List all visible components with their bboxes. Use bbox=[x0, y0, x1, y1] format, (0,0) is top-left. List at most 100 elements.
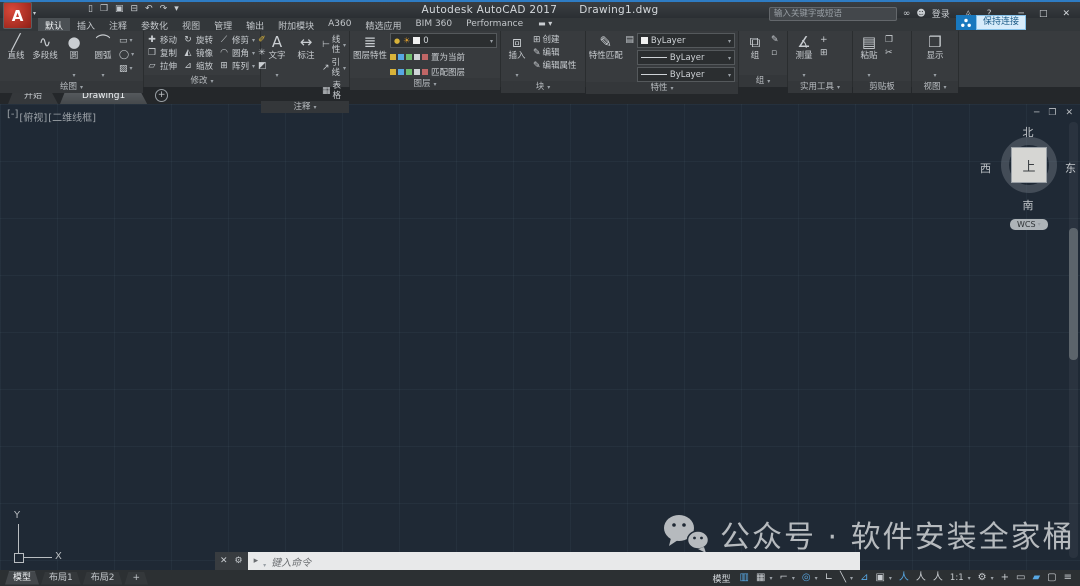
edit-attributes-button[interactable]: ✎ 编辑属性 bbox=[533, 61, 577, 71]
clean-screen-icon[interactable]: ▢ bbox=[1047, 572, 1056, 584]
hatch-caret-icon[interactable] bbox=[130, 63, 133, 74]
panel-view-footer[interactable]: 视图 bbox=[912, 80, 958, 93]
ribbon-tab[interactable]: 输出 bbox=[239, 18, 271, 32]
dimension-button[interactable]: ↔ 标注 bbox=[293, 33, 319, 62]
layer-state-icon[interactable] bbox=[422, 69, 428, 75]
a360-signin-popup[interactable]: 保持连接 bbox=[956, 15, 1027, 30]
ribbon-tab[interactable]: A360 bbox=[321, 18, 358, 31]
insert-block-button[interactable]: ⧈ 插入 bbox=[504, 33, 530, 81]
new-layout-button[interactable]: + bbox=[124, 572, 148, 585]
ribbon-tab[interactable]: 注释 bbox=[102, 18, 134, 32]
layout-tab[interactable]: 模型 bbox=[5, 572, 39, 585]
insert-block-caret-icon[interactable] bbox=[515, 62, 518, 81]
layer-properties-button[interactable]: ≣ 图层特性 bbox=[353, 33, 387, 62]
panel-clipboard-footer[interactable]: 剪贴板 bbox=[853, 80, 911, 93]
color-dropdown-caret-icon[interactable] bbox=[728, 36, 731, 46]
array-button[interactable]: ⊞ 阵列 bbox=[219, 60, 255, 72]
linetype-dropdown[interactable]: ByLayer bbox=[636, 67, 735, 82]
ellipse-button[interactable]: ◯ bbox=[119, 49, 134, 60]
rectangle-button[interactable]: ▭ bbox=[119, 35, 134, 46]
caret-down-icon[interactable]: ▾ bbox=[850, 575, 853, 582]
id-point-icon[interactable]: + bbox=[820, 35, 828, 45]
paste-button[interactable]: ▤ 粘贴 bbox=[856, 33, 882, 81]
scale-button[interactable]: ⊿ 缩放 bbox=[183, 60, 213, 72]
ribbon-tab[interactable]: 参数化 bbox=[134, 18, 175, 32]
layer-state-icon[interactable] bbox=[398, 69, 404, 75]
ortho-icon[interactable]: ∟ bbox=[825, 572, 833, 584]
mirror-button[interactable]: ◭ 镜像 bbox=[183, 47, 213, 59]
command-recent-caret-icon[interactable] bbox=[263, 552, 266, 571]
caret-down-icon[interactable]: ▾ bbox=[889, 575, 892, 582]
osnap-tracking-icon[interactable]: ╲ bbox=[840, 572, 846, 584]
caret-down-icon[interactable]: ▾ bbox=[968, 575, 971, 582]
ellipse-caret-icon[interactable] bbox=[131, 49, 134, 60]
quick-calc-icon[interactable]: ⊞ bbox=[820, 48, 828, 58]
layer-state-icon[interactable] bbox=[406, 54, 412, 60]
linetype-dropdown-caret-icon[interactable] bbox=[728, 70, 731, 80]
text-button[interactable]: A 文字 bbox=[264, 33, 290, 81]
table-button[interactable]: ▦ 表格 bbox=[322, 81, 346, 101]
lineweight-dropdown[interactable]: ByLayer bbox=[636, 50, 735, 65]
viewcube-west[interactable]: 西 bbox=[980, 160, 991, 176]
group-button[interactable]: ⧉ 组 bbox=[742, 33, 768, 62]
match-layer-button[interactable]: 匹配图层 bbox=[431, 66, 465, 78]
viewport-controls-menu[interactable]: [-] bbox=[7, 109, 18, 124]
panel-annotation-footer[interactable]: 注释 bbox=[261, 101, 349, 113]
rectangle-caret-icon[interactable] bbox=[130, 35, 133, 46]
group-edit-icon[interactable]: ✎ bbox=[771, 35, 779, 45]
annotation-monitor-icon[interactable]: + bbox=[1001, 572, 1009, 584]
array-caret-icon[interactable] bbox=[252, 61, 255, 71]
annotation-scale-value[interactable]: 1:1 bbox=[950, 572, 964, 584]
leader-button[interactable]: ↗ 引线 bbox=[322, 58, 346, 78]
customize-icon[interactable]: ≡ bbox=[1064, 572, 1072, 584]
layer-state-icon[interactable] bbox=[390, 54, 396, 60]
layer-dropdown-caret-icon[interactable] bbox=[490, 36, 493, 46]
stretch-button[interactable]: ▱ 拉伸 bbox=[147, 60, 177, 72]
panel-draw-footer[interactable]: 绘图 bbox=[0, 80, 143, 93]
command-input[interactable]: ▸ 键入命令 bbox=[247, 552, 860, 571]
layer-state-icon[interactable] bbox=[414, 54, 420, 60]
annotation-scale-icon[interactable]: 人 bbox=[933, 572, 943, 584]
model-space-icon[interactable]: ▥ bbox=[740, 572, 749, 584]
fillet-caret-icon[interactable] bbox=[252, 48, 255, 58]
viewcube-south[interactable]: 南 bbox=[988, 197, 1068, 213]
arc-caret-icon[interactable] bbox=[101, 62, 104, 81]
graphics-performance-icon[interactable]: ▰ bbox=[1032, 572, 1040, 584]
layer-dropdown[interactable]: ● ☀ 0 bbox=[390, 33, 497, 48]
layer-state-icon[interactable] bbox=[414, 69, 420, 75]
viewcube-top-face[interactable]: 上 bbox=[1011, 147, 1047, 183]
vertical-scrollbar-thumb[interactable] bbox=[1069, 228, 1078, 360]
ribbon-tab[interactable]: 精选应用 bbox=[358, 18, 408, 32]
command-close-icon[interactable]: ✕ bbox=[220, 556, 228, 566]
create-block-button[interactable]: ⊞ 创建 bbox=[533, 35, 577, 45]
drawing-canvas[interactable]: [-] [俯视] [二维线框] ─ ❐ ✕ 北 西 东 南 上 WCS Y X bbox=[0, 104, 1080, 570]
drawing-restore-button[interactable]: ❐ bbox=[1048, 108, 1056, 118]
close-button[interactable]: ✕ bbox=[1062, 9, 1070, 19]
move-button[interactable]: ✚ 移动 bbox=[147, 34, 177, 46]
ribbon-tab[interactable]: 默认 bbox=[38, 18, 71, 32]
ribbon-tab[interactable]: 附加模块 bbox=[271, 18, 321, 32]
quick-properties-icon[interactable]: ▭ bbox=[1016, 572, 1025, 584]
caret-down-icon[interactable]: ▾ bbox=[769, 575, 772, 582]
display-caret-icon[interactable] bbox=[933, 62, 936, 81]
linear-dim-caret-icon[interactable] bbox=[343, 40, 346, 51]
app-menu-button[interactable]: A bbox=[3, 2, 32, 29]
cut-icon[interactable]: ✂ bbox=[885, 48, 893, 58]
ribbon-tab[interactable]: 视图 bbox=[175, 18, 207, 32]
color-dropdown[interactable]: ByLayer bbox=[636, 33, 735, 48]
properties-list-icon[interactable]: ▤ bbox=[625, 35, 634, 45]
linear-dim-button[interactable]: ⊢ 线性 bbox=[322, 35, 346, 55]
user-icon[interactable]: ☻ bbox=[916, 9, 925, 19]
panel-properties-footer[interactable]: 特性 bbox=[586, 82, 738, 94]
ungroup-icon[interactable]: ▫ bbox=[771, 48, 779, 58]
measure-button[interactable]: ∡ 测量 bbox=[791, 33, 817, 81]
paste-caret-icon[interactable] bbox=[867, 62, 870, 81]
autoscale-icon[interactable]: 人 bbox=[916, 572, 926, 584]
osnap-icon[interactable]: ▣ bbox=[875, 572, 884, 584]
layer-state-icon[interactable] bbox=[422, 54, 428, 60]
maximize-button[interactable]: □ bbox=[1039, 9, 1048, 19]
leader-caret-icon[interactable] bbox=[343, 63, 346, 74]
edit-block-button[interactable]: ✎ 编辑 bbox=[533, 48, 577, 58]
polyline-button[interactable]: ∿ 多段线 bbox=[32, 33, 58, 62]
make-current-button[interactable]: 置为当前 bbox=[431, 51, 465, 63]
